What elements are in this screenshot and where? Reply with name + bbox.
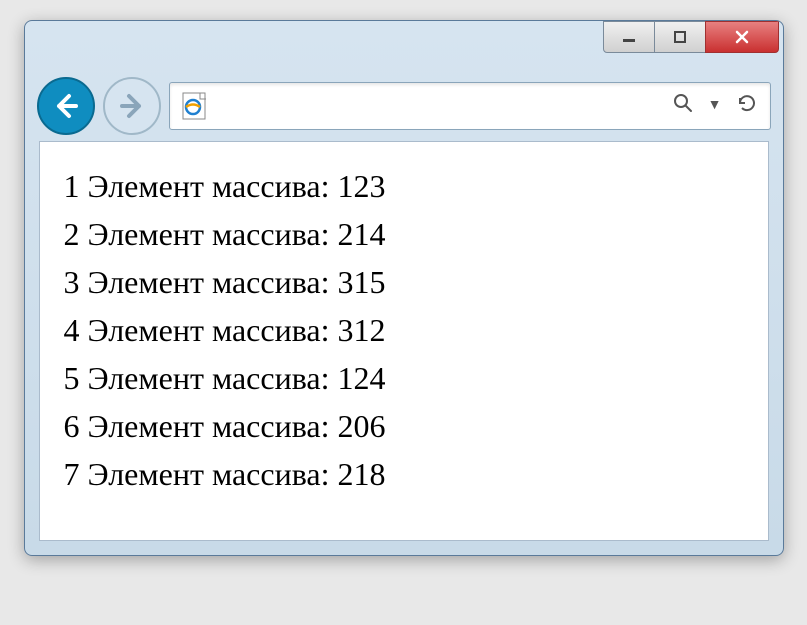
- array-index: 6: [64, 408, 80, 444]
- forward-button[interactable]: [103, 77, 161, 135]
- array-line: 1 Элемент массива: 123: [64, 162, 744, 210]
- array-label: Элемент массива:: [88, 360, 330, 396]
- array-index: 5: [64, 360, 80, 396]
- address-actions: ▼: [672, 92, 758, 121]
- array-output: 1 Элемент массива: 1232 Элемент массива:…: [64, 162, 744, 498]
- array-value: 315: [337, 264, 385, 300]
- array-line: 7 Элемент массива: 218: [64, 450, 744, 498]
- refresh-icon[interactable]: [736, 92, 758, 121]
- maximize-icon: [671, 28, 689, 46]
- maximize-button[interactable]: [654, 21, 706, 53]
- array-index: 3: [64, 264, 80, 300]
- array-line: 3 Элемент массива: 315: [64, 258, 744, 306]
- array-line: 2 Элемент массива: 214: [64, 210, 744, 258]
- array-index: 4: [64, 312, 80, 348]
- array-value: 312: [337, 312, 385, 348]
- array-value: 218: [337, 456, 385, 492]
- array-index: 2: [64, 216, 80, 252]
- array-line: 4 Элемент массива: 312: [64, 306, 744, 354]
- array-label: Элемент массива:: [88, 264, 330, 300]
- close-icon: [733, 28, 751, 46]
- toolbar: ▼: [25, 71, 783, 141]
- array-label: Элемент массива:: [88, 168, 330, 204]
- array-line: 6 Элемент массива: 206: [64, 402, 744, 450]
- minimize-button[interactable]: [603, 21, 655, 53]
- close-button[interactable]: [705, 21, 779, 53]
- browser-window: ▼ 1 Элемент массива: 1232 Элемент массив…: [24, 20, 784, 556]
- array-value: 206: [337, 408, 385, 444]
- array-value: 123: [337, 168, 385, 204]
- array-label: Элемент массива:: [88, 216, 330, 252]
- array-label: Элемент массива:: [88, 312, 330, 348]
- titlebar: [25, 21, 783, 71]
- ie-page-icon: [182, 92, 206, 120]
- address-bar[interactable]: ▼: [169, 82, 771, 130]
- minimize-icon: [620, 28, 638, 46]
- array-label: Элемент массива:: [88, 408, 330, 444]
- array-index: 1: [64, 168, 80, 204]
- array-label: Элемент массива:: [88, 456, 330, 492]
- back-button[interactable]: [37, 77, 95, 135]
- array-value: 124: [337, 360, 385, 396]
- window-controls: [604, 21, 779, 53]
- dropdown-icon[interactable]: ▼: [708, 98, 722, 114]
- array-value: 214: [337, 216, 385, 252]
- array-index: 7: [64, 456, 80, 492]
- page-content: 1 Элемент массива: 1232 Элемент массива:…: [39, 141, 769, 541]
- array-line: 5 Элемент массива: 124: [64, 354, 744, 402]
- back-arrow-icon: [51, 91, 81, 121]
- forward-arrow-icon: [117, 91, 147, 121]
- search-icon[interactable]: [672, 92, 694, 121]
